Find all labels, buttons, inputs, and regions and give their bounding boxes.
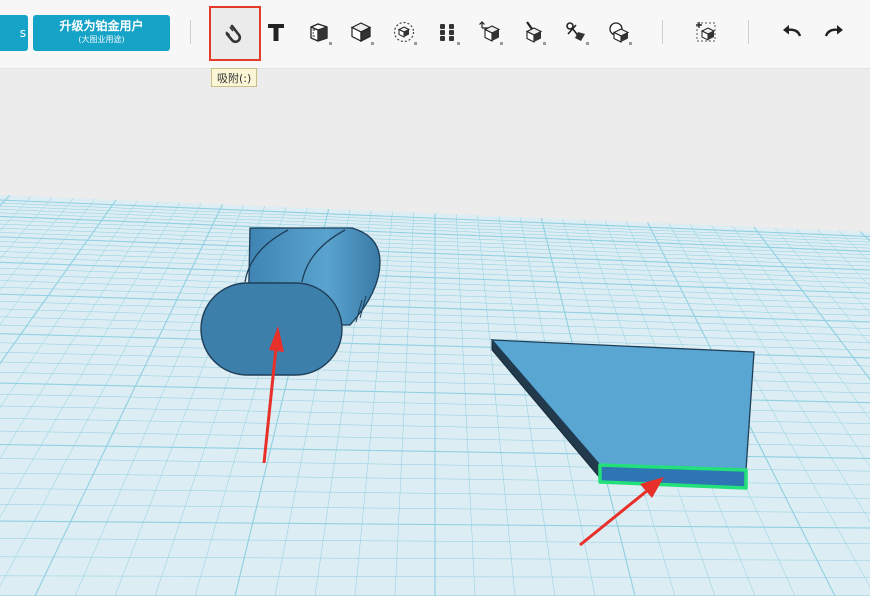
pen-cube-icon [525, 21, 543, 43]
submenu-indicator [500, 42, 503, 45]
toolbar-divider [748, 20, 749, 44]
submenu-indicator [543, 42, 546, 45]
toolbar-divider [190, 20, 191, 44]
grid-cubes-icon [440, 24, 454, 41]
combine-tool[interactable] [603, 16, 635, 48]
cube-icon [350, 22, 372, 42]
measure-tool[interactable] [303, 16, 335, 48]
submenu-indicator [586, 42, 589, 45]
submenu-indicator [629, 42, 632, 45]
text-t-icon [268, 24, 284, 41]
add-cube-icon [696, 22, 716, 42]
dashed-cube-icon [393, 21, 415, 43]
upgrade-button[interactable]: 升级为铂金用户 (大图业用途) [33, 15, 170, 51]
upgrade-button-subtitle: (大图业用途) [78, 35, 125, 44]
add-object-tool[interactable] [690, 16, 722, 48]
cut-icon [566, 22, 585, 41]
array-tool[interactable] [431, 16, 463, 48]
redo-button[interactable] [818, 16, 850, 48]
submenu-indicator [329, 42, 332, 45]
magnet-icon [225, 24, 242, 43]
move-cube-icon [479, 21, 501, 42]
move-tool[interactable] [474, 16, 506, 48]
combine-icon [609, 22, 630, 43]
toolbar: s 升级为铂金用户 (大图业用途) [0, 0, 870, 69]
split-tool[interactable] [560, 16, 592, 48]
submenu-indicator [457, 42, 460, 45]
pen-tool[interactable] [517, 16, 549, 48]
undo-arrow-icon [783, 25, 802, 37]
redo-arrow-icon [824, 25, 843, 37]
text-tool[interactable] [260, 16, 292, 48]
upgrade-button-title: 升级为铂金用户 [59, 19, 144, 33]
left-partial-button[interactable]: s [0, 15, 28, 51]
3d-viewport[interactable] [0, 69, 870, 596]
toolbar-divider [662, 20, 663, 44]
ruler-cube-icon [310, 23, 328, 42]
submenu-indicator [414, 42, 417, 45]
primitive-tool[interactable] [345, 16, 377, 48]
undo-button[interactable] [776, 16, 808, 48]
select-tool[interactable] [388, 16, 420, 48]
snap-magnet-tool[interactable] [209, 6, 261, 61]
submenu-indicator [371, 42, 374, 45]
